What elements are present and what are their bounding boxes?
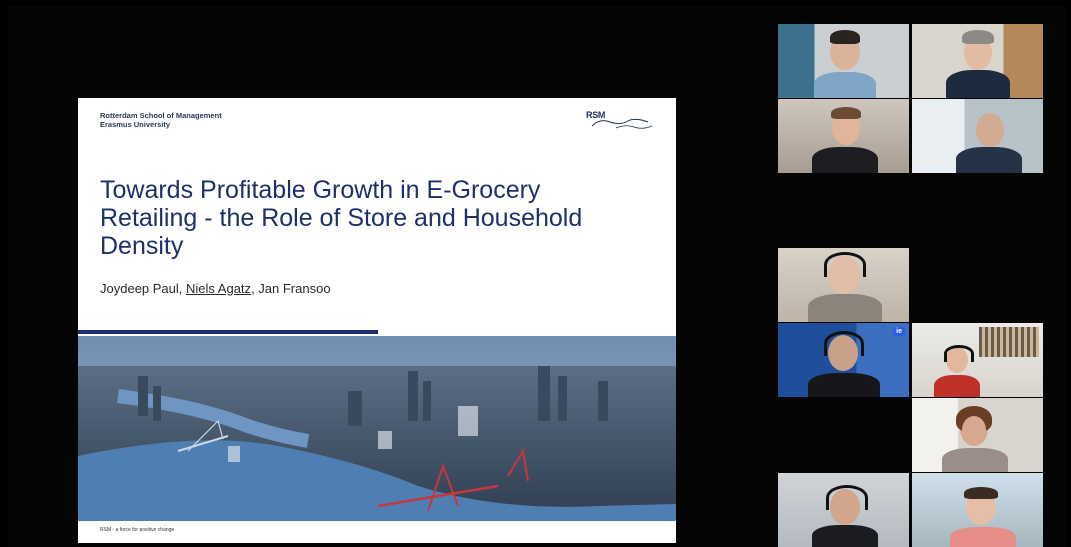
participant-tile-8[interactable]: [912, 398, 1043, 472]
participant-tile-10[interactable]: [912, 473, 1043, 547]
participant-tile-3[interactable]: [778, 99, 909, 173]
author-2: Niels Agatz: [186, 281, 252, 296]
slide-footer: RSM - a force for positive change: [100, 527, 175, 533]
participant-tile-1[interactable]: [778, 24, 909, 98]
city-aerial-photo: [78, 336, 676, 521]
org-line-1: Rotterdam School of Management: [100, 111, 222, 120]
author-1: Joydeep Paul,: [100, 281, 187, 296]
ie-badge: ie: [893, 327, 905, 336]
title-rule: [78, 330, 378, 334]
rsm-logo: RSM: [586, 108, 656, 134]
participant-tile-2[interactable]: [912, 24, 1043, 98]
slide-authors: Joydeep Paul, Niels Agatz, Jan Fransoo: [100, 281, 331, 296]
participant-tile-5[interactable]: [778, 248, 909, 322]
org-line-2: Erasmus University: [100, 120, 171, 129]
participant-tile-6[interactable]: ie: [778, 323, 909, 397]
slide-title: Towards Profitable Growth in E-Grocery R…: [100, 176, 583, 260]
author-3: , Jan Fransoo: [251, 281, 331, 296]
org-name: Rotterdam School of Management Erasmus U…: [100, 111, 222, 129]
participant-tile-9[interactable]: [778, 473, 909, 547]
participant-tile-7[interactable]: [912, 323, 1043, 397]
participant-tile-4[interactable]: [912, 99, 1043, 173]
shared-slide: Rotterdam School of Management Erasmus U…: [78, 98, 676, 543]
